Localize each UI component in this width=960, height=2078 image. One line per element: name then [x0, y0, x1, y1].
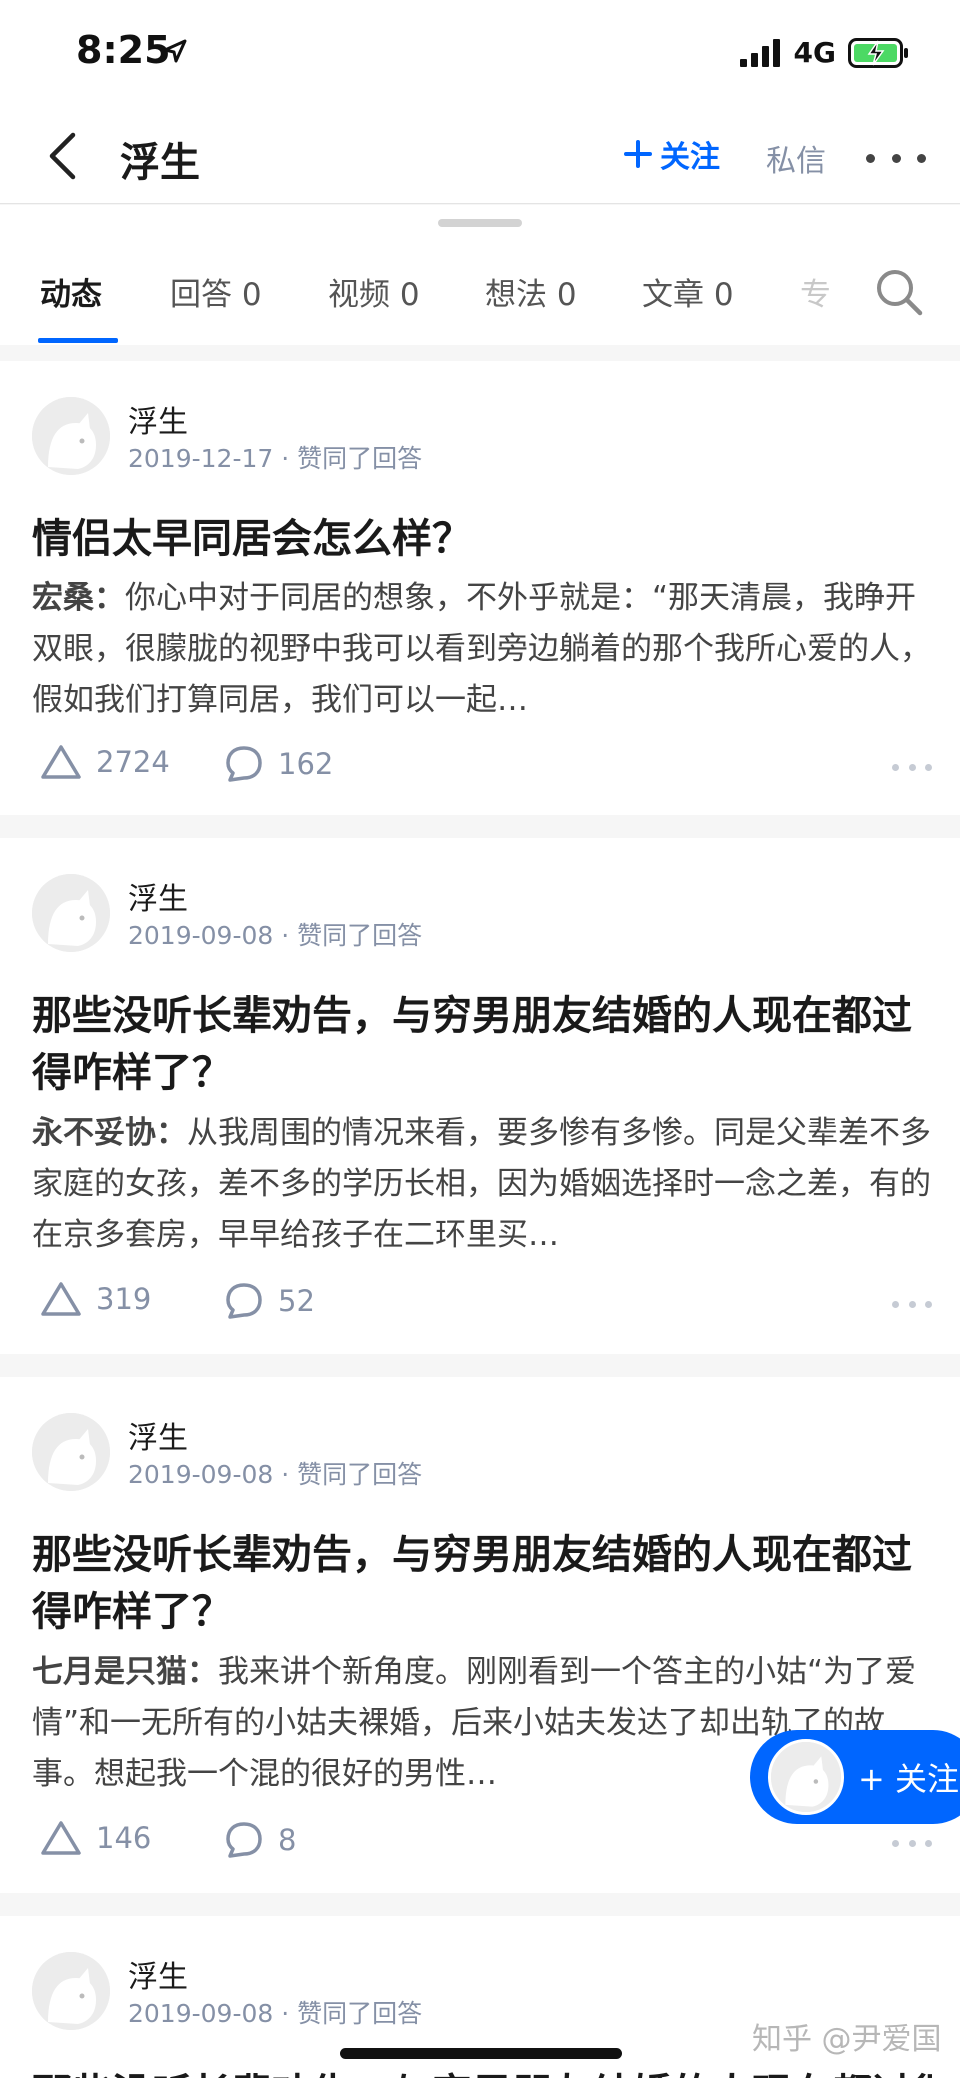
more-dot-icon: [892, 1840, 899, 1847]
upvote-triangle-icon: [41, 1821, 81, 1855]
search-icon[interactable]: [874, 267, 924, 317]
comment-bubble-icon: [226, 1283, 262, 1319]
signal-icon: [739, 38, 780, 67]
more-dot-icon: [925, 1301, 932, 1308]
action-bar: 146 8: [32, 1820, 932, 1870]
home-indicator[interactable]: [340, 2048, 622, 2059]
upvote-button[interactable]: 2724: [40, 744, 170, 780]
question-title[interactable]: 情侣太早同居会怎么样？: [32, 511, 932, 568]
author-name[interactable]: 浮生: [128, 397, 188, 441]
more-dot-icon: [866, 153, 875, 163]
comment-button[interactable]: 8: [224, 1820, 296, 1860]
comment-bubble-icon: [226, 746, 262, 782]
activity-meta: 2019-09-08 · 赞同了回答: [128, 921, 423, 950]
status-bar: 8:25 4G: [0, 0, 960, 108]
comment-count: 8: [278, 1823, 297, 1857]
profile-name-title: 浮生: [120, 140, 200, 186]
more-dot-icon: [908, 764, 916, 771]
avatar[interactable]: [32, 874, 110, 952]
tab-columns[interactable]: 专: [800, 269, 831, 314]
more-dot-icon: [908, 1840, 916, 1847]
comment-count: 52: [278, 1284, 315, 1318]
answer-author: 宏桑：: [32, 580, 125, 616]
more-dot-icon: [908, 1301, 916, 1308]
answer-author: 永不妥协：: [32, 1115, 187, 1151]
activity-meta: 2019-12-17 · 赞同了回答: [128, 444, 423, 473]
card-more-button[interactable]: [892, 1301, 932, 1311]
tab-answers[interactable]: 回答 0: [170, 269, 262, 314]
avatar[interactable]: [32, 397, 110, 475]
floating-follow-label: + 关注: [858, 1760, 959, 1798]
back-button[interactable]: [34, 126, 90, 186]
tab-activity[interactable]: 动态: [40, 269, 102, 314]
default-avatar-icon: [32, 1952, 110, 2030]
card-more-button[interactable]: [892, 764, 932, 774]
status-time: 8:25: [76, 28, 171, 72]
more-options-button[interactable]: [866, 138, 926, 178]
default-avatar-icon: [771, 1742, 841, 1812]
back-arrow-icon: [49, 132, 76, 180]
follow-button[interactable]: 关注: [624, 132, 720, 176]
feed-card[interactable]: 浮生 2019-12-17 · 赞同了回答 情侣太早同居会怎么样？ 宏桑：你心中…: [0, 361, 960, 815]
answer-excerpt[interactable]: 宏桑：你心中对于同居的想象，不外乎就是：“那天清晨，我睁开双眼，很朦胧的视野中我…: [32, 573, 932, 726]
floating-follow-button[interactable]: + 关注: [750, 1730, 960, 1824]
avatar[interactable]: [32, 1952, 110, 2030]
default-avatar-icon: [32, 397, 110, 475]
network-label: 4G: [793, 36, 836, 69]
more-dot-icon: [925, 764, 932, 771]
more-dot-icon: [925, 1840, 932, 1847]
watermark: 知乎 @尹爱国: [752, 2022, 942, 2057]
message-button[interactable]: 私信: [766, 136, 826, 180]
action-bar: 319 52: [32, 1281, 932, 1331]
profile-nav-bar: 浮生 关注 私信: [0, 108, 960, 204]
default-avatar-icon: [32, 874, 110, 952]
author-name[interactable]: 浮生: [128, 1413, 188, 1457]
comment-button[interactable]: 162: [224, 744, 333, 784]
activity-meta: 2019-09-08 · 赞同了回答: [128, 1460, 423, 1489]
status-indicators: 4G: [739, 36, 910, 69]
comment-bubble-icon: [226, 1822, 262, 1858]
active-tab-indicator: [38, 338, 118, 343]
tab-articles[interactable]: 文章 0: [642, 269, 734, 314]
excerpt-text: 你心中对于同居的想象，不外乎就是：“那天清晨，我睁开双眼，很朦胧的视野中我可以看…: [32, 580, 931, 718]
comment-count: 162: [278, 747, 334, 781]
default-avatar-icon: [32, 1413, 110, 1491]
sheet-header: [0, 205, 960, 249]
avatar[interactable]: [32, 1413, 110, 1491]
upvote-button[interactable]: 319: [40, 1281, 151, 1317]
upvote-count: 319: [96, 1282, 152, 1316]
answer-excerpt[interactable]: 永不妥协：从我周围的情况来看，要多惨有多惨。同是父辈差不多家庭的女孩，差不多的学…: [32, 1108, 932, 1261]
upvote-count: 2724: [96, 745, 170, 779]
upvote-triangle-icon: [41, 745, 81, 779]
tab-videos[interactable]: 视频 0: [328, 269, 420, 314]
question-title[interactable]: 那些没听长辈劝告，与穷男朋友结婚的人现在都过得咋样了？: [32, 988, 932, 1102]
activity-meta: 2019-09-08 · 赞同了回答: [128, 1999, 423, 2028]
more-dot-icon: [917, 153, 926, 163]
author-name[interactable]: 浮生: [128, 874, 188, 918]
card-more-button[interactable]: [892, 1840, 932, 1850]
profile-tabs: 动态 回答 0 视频 0 想法 0 文章 0 专: [0, 249, 960, 345]
avatar: [768, 1739, 844, 1815]
answer-author: 七月是只猫：: [32, 1654, 218, 1690]
battery-charging-icon: [848, 37, 908, 68]
comment-button[interactable]: 52: [224, 1281, 315, 1321]
action-bar: 2724 162: [32, 744, 932, 794]
author-name[interactable]: 浮生: [128, 1952, 188, 1996]
follow-label: 关注: [660, 140, 720, 175]
upvote-button[interactable]: 146: [40, 1820, 151, 1856]
question-title[interactable]: 那些没听长辈劝告，与穷男朋友结婚的人现在都过得咋样了？: [32, 1527, 932, 1641]
more-dot-icon: [892, 1301, 899, 1308]
more-dot-icon: [892, 764, 899, 771]
more-dot-icon: [891, 153, 901, 163]
upvote-triangle-icon: [41, 1282, 81, 1316]
question-title[interactable]: 那些没听长辈劝告，与穷男朋友结婚的人现在都过得咋样了？: [32, 2066, 932, 2078]
plus-icon: [624, 140, 652, 168]
feed-card[interactable]: 浮生 2019-09-08 · 赞同了回答 那些没听长辈劝告，与穷男朋友结婚的人…: [0, 838, 960, 1354]
tab-thoughts[interactable]: 想法 0: [485, 269, 577, 314]
drag-handle[interactable]: [438, 219, 522, 227]
location-arrow-icon: [163, 39, 187, 63]
upvote-count: 146: [96, 1821, 152, 1855]
